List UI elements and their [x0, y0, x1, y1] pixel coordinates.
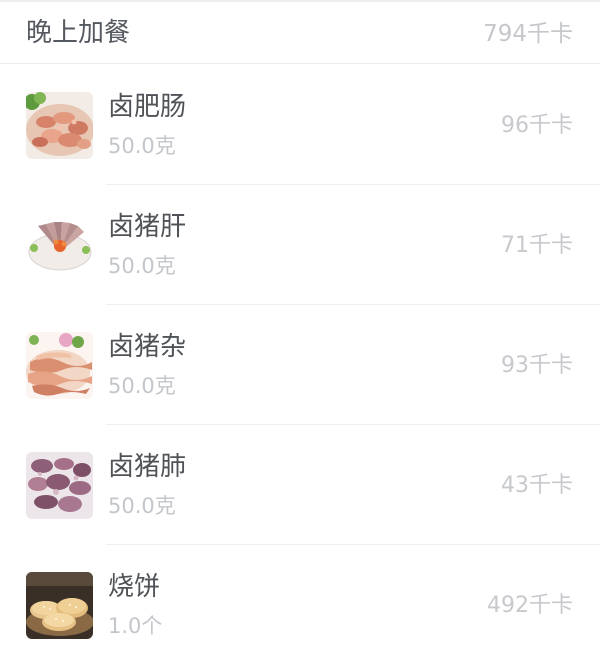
braised-pork-liver-photo	[26, 212, 93, 279]
braised-pork-offal-photo	[26, 332, 93, 399]
food-item-sesame-flatbread[interactable]: 烧饼 1.0个 492千卡	[0, 545, 600, 652]
meal-total-calories: 794千卡	[483, 21, 573, 47]
food-name: 烧饼	[108, 572, 161, 602]
food-calories: 71千卡	[501, 233, 573, 258]
food-amount: 50.0克	[108, 134, 176, 158]
food-item-braised-pork-liver[interactable]: 卤猪肝 50.0克 71千卡	[0, 185, 600, 305]
food-name: 卤猪肝	[108, 212, 187, 242]
food-calories: 93千卡	[501, 353, 573, 378]
food-amount: 50.0克	[108, 494, 176, 518]
meal-section-header[interactable]: 晚上加餐 794千卡	[0, 2, 600, 64]
food-name: 卤猪肺	[108, 452, 187, 482]
food-amount: 50.0克	[108, 374, 176, 398]
sesame-flatbread-photo	[26, 572, 93, 639]
food-name: 卤猪杂	[108, 332, 187, 362]
braised-intestine-photo	[26, 92, 93, 159]
food-item-braised-pork-offal[interactable]: 卤猪杂 50.0克 93千卡	[0, 305, 600, 425]
food-name: 卤肥肠	[108, 92, 187, 122]
food-amount: 1.0个	[108, 614, 163, 638]
food-item-braised-pork-lung[interactable]: 卤猪肺 50.0克 43千卡	[0, 425, 600, 545]
food-calories: 492千卡	[487, 593, 573, 618]
meal-screen: 晚上加餐 794千卡 卤肥肠 50.0克 96千卡 卤猪肝 50.0克 71千卡…	[0, 0, 600, 652]
braised-pork-lung-photo	[26, 452, 93, 519]
food-item-braised-intestine[interactable]: 卤肥肠 50.0克 96千卡	[0, 65, 600, 185]
food-list: 卤肥肠 50.0克 96千卡 卤猪肝 50.0克 71千卡 卤猪杂 50.0克 …	[0, 65, 600, 652]
food-calories: 43千卡	[501, 473, 573, 498]
food-calories: 96千卡	[501, 113, 573, 138]
food-amount: 50.0克	[108, 254, 176, 278]
meal-title: 晚上加餐	[26, 18, 131, 48]
